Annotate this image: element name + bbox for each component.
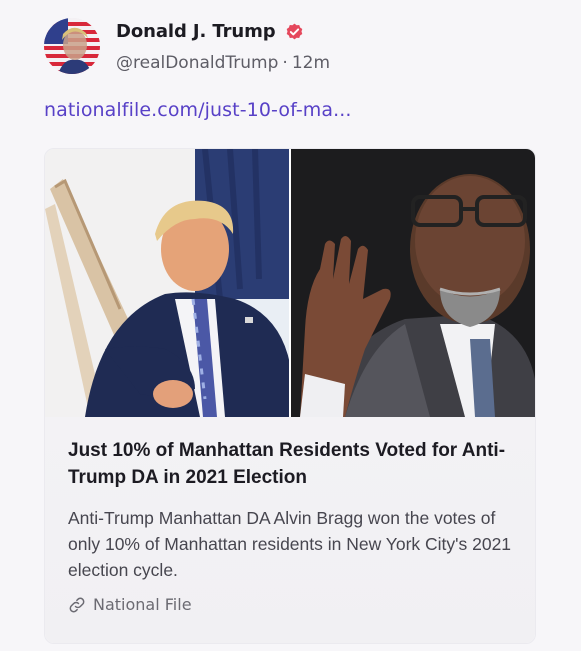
article-photo-collage: [45, 149, 535, 417]
post-link[interactable]: nationalfile.com/just-10-of-ma...: [44, 99, 352, 121]
post-time[interactable]: 12m: [292, 53, 330, 73]
post: Donald J. Trump @realDonaldTrump · 12m nat…: [0, 0, 581, 651]
meta-separator: ·: [282, 53, 288, 73]
author-avatar[interactable]: [44, 18, 100, 74]
author-display-name[interactable]: Donald J. Trump: [116, 21, 276, 42]
article-title[interactable]: Just 10% of Manhattan Residents Voted fo…: [68, 437, 518, 491]
author-handle[interactable]: @realDonaldTrump: [116, 53, 278, 73]
post-header: Donald J. Trump @realDonaldTrump · 12m: [44, 18, 544, 80]
article-source[interactable]: National File: [68, 595, 192, 614]
link-preview-card[interactable]: Just 10% of Manhattan Residents Voted fo…: [44, 148, 536, 644]
article-source-name: National File: [93, 595, 192, 614]
verified-badge-icon: [284, 21, 305, 42]
link-icon: [69, 597, 85, 612]
article-description: Anti-Trump Manhattan DA Alvin Bragg won …: [68, 508, 512, 580]
author-name-row: Donald J. Trump: [116, 21, 305, 42]
author-meta: @realDonaldTrump · 12m: [116, 53, 330, 73]
link-preview-body: Just 10% of Manhattan Residents Voted fo…: [45, 417, 535, 643]
